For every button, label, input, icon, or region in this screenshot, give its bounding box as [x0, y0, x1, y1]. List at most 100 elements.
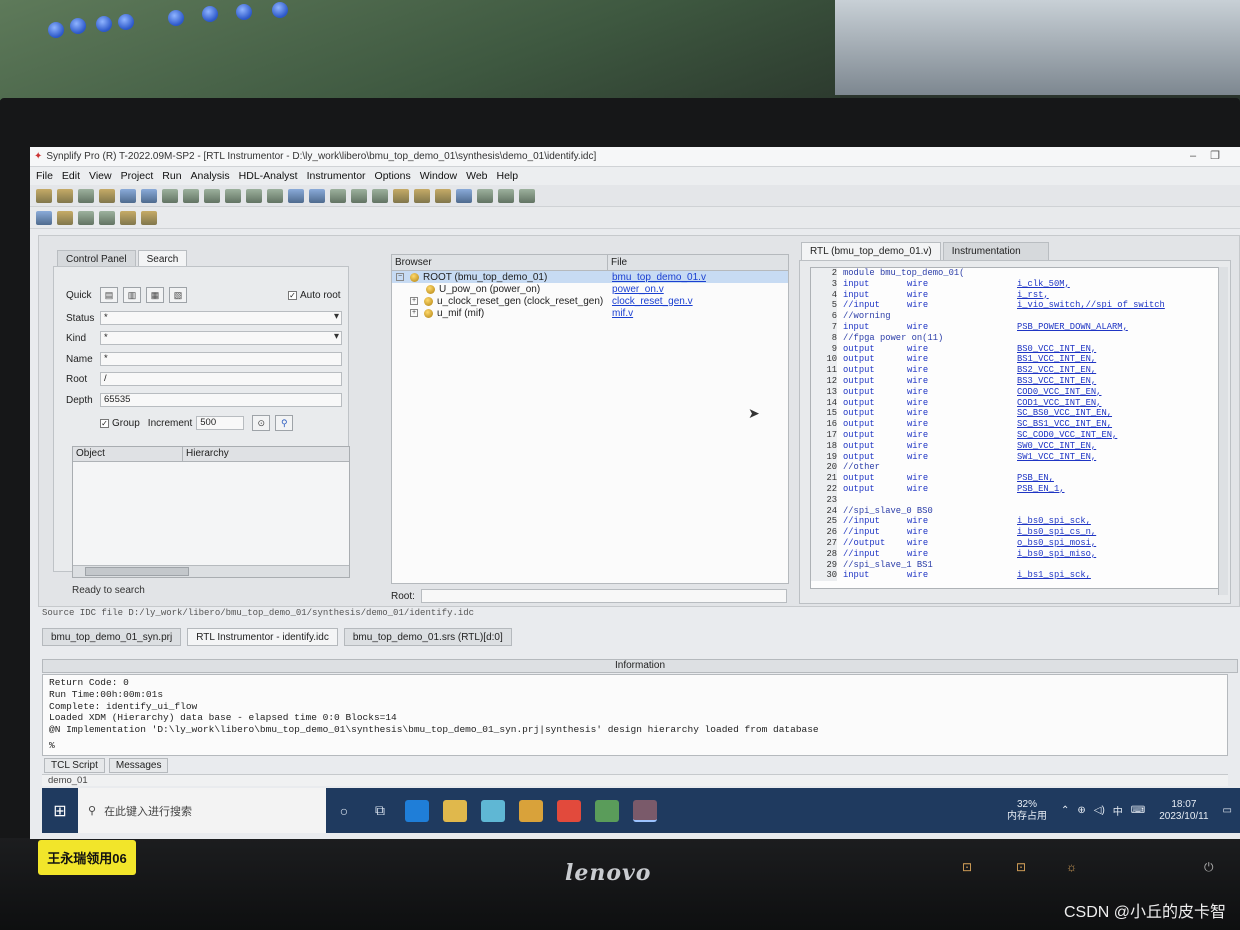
column-file[interactable]: File — [608, 255, 788, 270]
code-line[interactable]: 20 //other — [811, 462, 1223, 474]
code-signal[interactable]: COD0_VCC_INT_EN, — [1017, 387, 1101, 398]
file-link[interactable]: power_on.v — [612, 284, 664, 295]
auto-root-checkbox[interactable]: ✓ Auto root — [288, 290, 341, 301]
column-browser[interactable]: Browser — [392, 255, 608, 270]
synplify-taskbar-icon[interactable] — [633, 799, 657, 822]
menu-view[interactable]: View — [89, 170, 112, 182]
monitor-power-button[interactable]: ⏻ — [1204, 860, 1214, 875]
menu-window[interactable]: Window — [420, 170, 457, 182]
folder-icon[interactable] — [99, 188, 115, 203]
tab-tcl-script[interactable]: TCL Script — [44, 758, 105, 773]
help-icon[interactable] — [477, 188, 493, 203]
code-line[interactable]: 6 //worning — [811, 311, 1223, 322]
menu-help[interactable]: Help — [497, 170, 519, 182]
code-line[interactable]: 10 output wire BS1_VCC_INT_EN, — [811, 354, 1223, 366]
menu-options[interactable]: Options — [375, 170, 411, 182]
tree-row-pow-on[interactable]: U_pow_on (power_on) power_on.v — [392, 283, 788, 295]
play-icon[interactable] — [519, 188, 535, 203]
code-line[interactable]: 25 //input wire i_bs0_spi_sck, — [811, 516, 1223, 528]
code-signal[interactable]: SW0_VCC_INT_EN, — [1017, 441, 1096, 452]
code-line[interactable]: 30 input wire i_bs1_spi_sck, — [811, 570, 1223, 582]
quick-search-all-icon[interactable]: ▧ — [169, 287, 187, 303]
new-project-icon[interactable] — [36, 188, 52, 203]
menu-instrumentor[interactable]: Instrumentor — [307, 170, 366, 182]
quick-search-signals-icon[interactable]: ▥ — [123, 287, 141, 303]
tab-rtl-instrumentor[interactable]: RTL Instrumentor - identify.idc — [187, 628, 338, 646]
code-signal[interactable]: SC_BS1_VCC_INT_EN, — [1017, 419, 1112, 430]
code-line[interactable]: 4 input wire i_rst, — [811, 289, 1223, 301]
code-signal[interactable]: i_bs0_spi_miso, — [1017, 549, 1096, 560]
code-line[interactable]: 17 output wire SC_COD0_VCC_INT_EN, — [811, 429, 1223, 441]
vcs-icon[interactable] — [456, 188, 472, 203]
code-signal[interactable]: SW1_VCC_INT_EN, — [1017, 452, 1096, 463]
trigger-icon[interactable] — [120, 210, 136, 225]
tree-row-clock-reset-gen[interactable]: + u_clock_reset_gen (clock_reset_gen) clo… — [392, 295, 788, 307]
code-line[interactable]: 13 output wire COD0_VCC_INT_EN, — [811, 386, 1223, 398]
code-signal[interactable]: BS2_VCC_INT_EN, — [1017, 365, 1096, 376]
code-signal[interactable]: BS3_VCC_INT_EN, — [1017, 376, 1096, 387]
menu-edit[interactable]: Edit — [62, 170, 80, 182]
instrument-icon[interactable] — [393, 188, 409, 203]
tree-row-mif[interactable]: + u_mif (mif) mif.v — [392, 307, 788, 319]
notification-icon[interactable]: ▭ — [1223, 805, 1232, 816]
search-options-icon[interactable]: ⊙ — [252, 415, 271, 431]
tab-srs-view[interactable]: bmu_top_demo_01.srs (RTL)[d:0] — [343, 628, 512, 646]
code-signal[interactable]: PSB_POWER_DOWN_ALARM, — [1017, 322, 1128, 333]
search-icon[interactable]: ⚲ — [275, 415, 294, 431]
depth-spinner[interactable]: 65535 — [100, 393, 342, 407]
monitor-menu-button[interactable]: ⊡ — [1016, 860, 1026, 874]
taskbar-search[interactable]: ⚲ 在此键入进行搜索 — [78, 788, 326, 833]
code-signal[interactable]: i_clk_50M, — [1017, 279, 1070, 290]
chevron-up-icon[interactable]: ⌃ — [1061, 805, 1069, 816]
menu-analysis[interactable]: Analysis — [191, 170, 230, 182]
column-hierarchy[interactable]: Hierarchy — [183, 447, 349, 461]
code-line[interactable]: 24 //spi_slave_0 BS0 — [811, 505, 1223, 517]
chrome-icon[interactable] — [557, 799, 581, 822]
code-line[interactable]: 28 //input wire i_bs0_spi_miso, — [811, 548, 1223, 560]
save-icon[interactable] — [120, 188, 136, 203]
code-line[interactable]: 12 output wire BS3_VCC_INT_EN, — [811, 375, 1223, 387]
code-signal[interactable]: PSB_EN, — [1017, 473, 1054, 484]
file-link[interactable]: clock_reset_gen.v — [612, 296, 693, 307]
name-input[interactable]: * — [100, 352, 342, 366]
code-line[interactable]: 9 output wire BS0_VCC_INT_EN, — [811, 343, 1223, 355]
monitor-brightness-button[interactable]: ☼ — [1066, 860, 1077, 874]
code-line[interactable]: 26 //input wire i_bs0_spi_cs_n, — [811, 527, 1223, 538]
browser-root-input[interactable] — [420, 589, 787, 603]
probe-icon[interactable] — [435, 188, 451, 203]
tab-instrumentation[interactable]: Instrumentation — [942, 242, 1049, 260]
file-explorer-icon[interactable] — [443, 799, 467, 822]
memory-usage[interactable]: 32% 内存占用 — [1007, 799, 1047, 823]
code-signal[interactable]: BS0_VCC_INT_EN, — [1017, 344, 1096, 355]
network-icon[interactable]: ⊕ — [1077, 805, 1085, 816]
code-line[interactable]: 2 module bmu_top_demo_01( — [811, 268, 1223, 279]
keyboard-icon[interactable]: ⌨ — [1131, 805, 1145, 816]
scrollbar-thumb[interactable] — [85, 567, 189, 576]
hierarchy-up-icon[interactable] — [36, 210, 52, 225]
quick-search-instances-icon[interactable]: ▤ — [100, 287, 118, 303]
window-controls[interactable]: –❐ — [1190, 149, 1234, 162]
open-project-icon[interactable] — [57, 188, 73, 203]
iice-icon[interactable] — [141, 210, 157, 225]
windows-start-icon[interactable]: ⊞ — [42, 788, 78, 833]
table-icon[interactable] — [78, 188, 94, 203]
undo-icon[interactable] — [225, 188, 241, 203]
code-line[interactable]: 21 output wire PSB_EN, — [811, 473, 1223, 484]
instrument-add-icon[interactable] — [57, 210, 73, 225]
task-view-icon[interactable]: ⧉ — [362, 788, 398, 833]
code-signal[interactable]: PSB_EN_1, — [1017, 484, 1065, 495]
tcl-prompt[interactable]: % — [49, 740, 1221, 752]
menu-hdl-analyst[interactable]: HDL-Analyst — [239, 170, 298, 182]
tab-project-file[interactable]: bmu_top_demo_01_syn.prj — [42, 628, 182, 646]
code-line[interactable]: 19 output wire SW1_VCC_INT_EN, — [811, 451, 1223, 463]
code-signal[interactable]: SC_BS0_VCC_INT_EN, — [1017, 408, 1112, 419]
menu-web[interactable]: Web — [466, 170, 487, 182]
cortana-icon[interactable]: ○ — [326, 788, 362, 833]
tab-messages[interactable]: Messages — [108, 758, 169, 773]
constraints-icon[interactable] — [351, 188, 367, 203]
code-line[interactable]: 29 //spi_slave_1 BS1 — [811, 559, 1223, 571]
tab-rtl-source[interactable]: RTL (bmu_top_demo_01.v) — [801, 242, 941, 260]
code-signal[interactable]: COD1_VCC_INT_EN, — [1017, 398, 1101, 409]
code-vertical-scrollbar[interactable] — [1218, 267, 1228, 595]
sample-icon[interactable] — [99, 210, 115, 225]
